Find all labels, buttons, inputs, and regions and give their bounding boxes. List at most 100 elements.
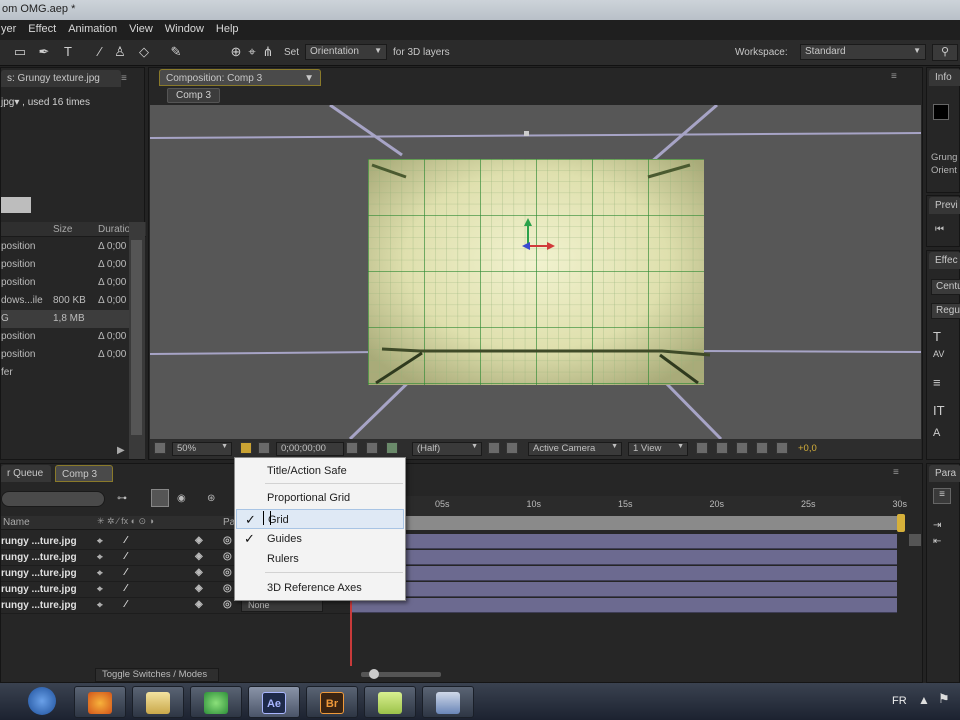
preview-tab[interactable]: Previ	[929, 197, 960, 214]
quality-switch-icon[interactable]: ∕	[125, 583, 127, 594]
project-item-row[interactable]: G 1,8 MB	[1, 310, 129, 328]
toggle-switches-modes-button[interactable]: Toggle Switches / Modes	[95, 668, 219, 682]
menu-item-grid[interactable]: ✓ Grid	[236, 509, 404, 529]
column-name[interactable]: Name	[3, 517, 30, 528]
project-item-row[interactable]: position Δ 0;00	[1, 346, 129, 364]
zoom-slider-thumb[interactable]	[369, 669, 379, 679]
axis-mode-icon[interactable]: ⊕	[228, 44, 244, 60]
3d-layer-switch-icon[interactable]: ◈	[195, 551, 203, 562]
align-left-icon[interactable]: ≡	[933, 488, 951, 504]
taskbar-sticky-notes[interactable]	[364, 686, 416, 718]
text-tool-icon[interactable]: T	[60, 44, 76, 60]
menu-item-3d-reference-axes[interactable]: 3D Reference Axes	[236, 578, 404, 598]
scroll-thumb[interactable]	[131, 240, 142, 435]
layer-duration-bar[interactable]	[351, 582, 897, 597]
first-frame-icon[interactable]: ⏮	[935, 224, 944, 235]
composition-tab[interactable]: Composition: Comp 3 ▼	[159, 69, 321, 86]
menu-item-guides[interactable]: ✓ Guides	[236, 529, 404, 549]
taskbar-window-switcher[interactable]	[422, 686, 474, 718]
comp-button-icon[interactable]	[909, 534, 921, 546]
menu-item-proportional-grid[interactable]: Proportional Grid	[236, 488, 404, 508]
menu-animation[interactable]: Animation	[68, 23, 117, 40]
3d-view-dropdown[interactable]: Active Camera ▼	[528, 442, 622, 456]
clone-stamp-tool-icon[interactable]: ♙	[112, 44, 128, 60]
panel-menu-icon[interactable]: ≡	[891, 71, 897, 82]
info-tab[interactable]: Info	[929, 69, 960, 86]
action-center-flag-icon[interactable]: ⚑	[938, 691, 950, 707]
taskbar-bridge[interactable]: Br	[306, 686, 358, 718]
shy-switch-icon[interactable]: ⌖	[97, 600, 103, 611]
live-update-icon[interactable]	[151, 489, 169, 507]
taskbar-firefox[interactable]	[74, 686, 126, 718]
quality-switch-icon[interactable]: ∕	[125, 599, 127, 610]
taskbar-explorer[interactable]	[132, 686, 184, 718]
work-area-end-handle[interactable]	[897, 514, 905, 532]
layer-duration-bar[interactable]	[351, 598, 897, 613]
toggle-pixel-aspect-icon[interactable]	[696, 442, 708, 454]
world-axis-icon[interactable]: ⌖	[244, 44, 260, 60]
shy-switch-icon[interactable]: ⌖	[97, 584, 103, 595]
parent-pickwhip-icon[interactable]: ◎	[223, 583, 232, 594]
show-snapshot-icon[interactable]	[366, 442, 378, 454]
comp3-timeline-tab[interactable]: Comp 3	[55, 465, 113, 482]
current-time-display[interactable]: 0;00;00;00	[276, 442, 344, 456]
grid-guides-options-icon[interactable]	[240, 442, 252, 454]
menu-help[interactable]: Help	[216, 23, 239, 40]
font-family-dropdown[interactable]: Centu	[931, 279, 960, 295]
shy-switch-icon[interactable]: ⌖	[97, 552, 103, 563]
parent-pickwhip-icon[interactable]: ◎	[223, 567, 232, 578]
project-item-row[interactable]: position Δ 0;00	[1, 256, 129, 274]
project-tab[interactable]: s: Grungy texture.jpg	[1, 70, 121, 87]
3d-layer-switch-icon[interactable]: ◈	[195, 535, 203, 546]
layer-duration-bar[interactable]	[351, 566, 897, 581]
project-item-row[interactable]: position Δ 0;00	[1, 328, 129, 346]
orientation-dropdown[interactable]: Orientation ▼	[305, 44, 387, 60]
menu-view[interactable]: View	[129, 23, 153, 40]
thumbnail-button[interactable]	[1, 197, 31, 213]
draft-3d-icon[interactable]: ◉	[177, 493, 186, 504]
font-style-dropdown[interactable]: Regul	[931, 303, 960, 319]
puppet-pin-tool-icon[interactable]: ✎	[168, 44, 184, 60]
3d-layer-switch-icon[interactable]: ◈	[195, 599, 203, 610]
fast-previews-icon[interactable]	[716, 442, 728, 454]
menu-item-title-action-safe[interactable]: Title/Action Safe	[236, 461, 404, 481]
rectangle-tool-icon[interactable]: ▭	[12, 44, 28, 60]
menu-item-rulers[interactable]: Rulers	[236, 549, 404, 569]
workspace-dropdown[interactable]: Standard ▼	[800, 44, 926, 60]
shy-switch-icon[interactable]: ⌖	[97, 568, 103, 579]
parent-pickwhip-icon[interactable]: ◎	[223, 535, 232, 546]
panel-menu-icon[interactable]: ≡	[121, 73, 127, 84]
zoom-dropdown[interactable]: 50% ▼	[172, 442, 232, 456]
project-item-row[interactable]: fer	[1, 364, 129, 382]
scroll-right-icon[interactable]: ▶	[117, 445, 125, 456]
zoom-slider[interactable]	[361, 669, 441, 679]
project-item-row[interactable]: position Δ 0;00	[1, 238, 129, 256]
exposure-value[interactable]: +0,0	[798, 443, 817, 454]
taskbar-after-effects[interactable]: Ae	[248, 686, 300, 718]
composition-mini-flowchart-icon[interactable]: ⊶	[117, 493, 127, 504]
menu-layer[interactable]: yer	[1, 23, 16, 40]
view-axis-icon[interactable]: ⋔	[260, 44, 276, 60]
panel-menu-icon[interactable]: ≡	[893, 467, 899, 478]
timeline-search-input[interactable]	[1, 491, 105, 507]
quality-switch-icon[interactable]: ∕	[125, 567, 127, 578]
character-tab[interactable]: Effec	[929, 252, 960, 269]
reset-exposure-icon[interactable]	[776, 442, 788, 454]
shy-switch-icon[interactable]: ⌖	[97, 536, 103, 547]
project-item-row[interactable]: position Δ 0;00	[1, 274, 129, 292]
paragraph-tab[interactable]: Para	[929, 465, 960, 482]
snapshot-camera-icon[interactable]	[346, 442, 358, 454]
color-channel-icon[interactable]	[386, 442, 398, 454]
layer-duration-bar[interactable]	[351, 534, 897, 549]
parent-pickwhip-icon[interactable]: ◎	[223, 599, 232, 610]
always-preview-icon[interactable]	[154, 442, 166, 454]
quality-switch-icon[interactable]: ∕	[125, 551, 127, 562]
mask-visibility-icon[interactable]	[258, 442, 270, 454]
render-queue-tab[interactable]: r Queue	[1, 465, 51, 482]
menu-effect[interactable]: Effect	[28, 23, 56, 40]
timeline-panel-icon[interactable]	[736, 442, 748, 454]
layer-duration-bar[interactable]	[351, 550, 897, 565]
parent-pickwhip-icon[interactable]: ◎	[223, 551, 232, 562]
work-area-bar[interactable]	[351, 516, 899, 530]
motion-blur-icon[interactable]: ⊛	[207, 493, 215, 504]
